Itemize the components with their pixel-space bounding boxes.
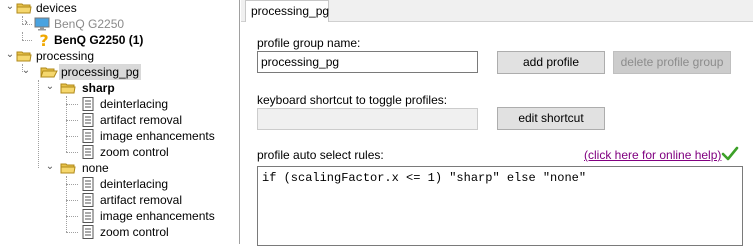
add-profile-button[interactable]: add profile <box>497 51 605 74</box>
question-mark-icon: ? <box>36 32 52 48</box>
tree-label: none <box>82 161 109 175</box>
tree-node-setting[interactable]: deinterlacing <box>0 176 239 192</box>
chevron-down-icon[interactable]: ⌄ <box>4 1 16 13</box>
tab-content: profile group name: processing_pg add pr… <box>241 22 753 246</box>
tree-node-setting[interactable]: image enhancements <box>0 208 239 224</box>
document-icon <box>80 176 96 192</box>
tree-label: sharp <box>82 81 115 95</box>
tree-node-setting[interactable]: artifact removal <box>0 112 239 128</box>
folder-open-icon <box>40 64 58 80</box>
folder-open-icon <box>16 0 32 16</box>
online-help-link[interactable]: (click here for online help) <box>584 148 721 162</box>
tree-node-device[interactable]: › BenQ G2250 <box>0 16 239 32</box>
group-name-label: profile group name: <box>257 36 361 50</box>
document-icon <box>80 128 96 144</box>
tree-node-processing[interactable]: ⌄ processing <box>0 48 239 64</box>
shortcut-field[interactable] <box>257 108 478 130</box>
tree-node-devices[interactable]: ⌄ devices <box>0 0 239 16</box>
tree-node-setting[interactable]: deinterlacing <box>0 96 239 112</box>
edit-shortcut-button[interactable]: edit shortcut <box>497 107 605 130</box>
chevron-down-icon[interactable]: ⌄ <box>44 81 56 93</box>
tree-node-processing-pg[interactable]: ⌄ processing_pg <box>0 64 239 80</box>
checkmark-icon <box>721 146 739 165</box>
tree-label-selected: processing_pg <box>59 64 142 80</box>
chevron-down-icon[interactable]: ⌄ <box>44 161 56 173</box>
chevron-down-icon[interactable]: ⌄ <box>20 65 32 77</box>
tree-label: processing <box>36 49 95 63</box>
tree-node-setting[interactable]: zoom control <box>0 224 239 240</box>
document-icon <box>80 208 96 224</box>
profile-tree[interactable]: ⌄ devices › BenQ G2250 ? BenQ G2250 (1) … <box>0 0 240 244</box>
tree-node-device-active[interactable]: ? BenQ G2250 (1) <box>0 32 239 48</box>
tree-label: image enhancements <box>100 129 215 143</box>
tree-node-none[interactable]: ⌄ none <box>0 160 239 176</box>
tree-label: deinterlacing <box>100 177 169 191</box>
settings-panel: processing_pg profile group name: proces… <box>241 0 753 246</box>
tree-label: deinterlacing <box>100 97 169 111</box>
tree-label: zoom control <box>100 145 169 159</box>
tree-label: BenQ G2250 <box>54 17 125 31</box>
monitor-icon <box>34 16 50 32</box>
svg-text:?: ? <box>39 32 48 48</box>
document-icon <box>80 224 96 240</box>
tab-strip: processing_pg <box>241 0 753 23</box>
document-icon <box>80 112 96 128</box>
shortcut-label: keyboard shortcut to toggle profiles: <box>257 93 448 107</box>
chevron-down-icon[interactable]: ⌄ <box>4 49 16 61</box>
tree-node-sharp[interactable]: ⌄ sharp <box>0 80 239 96</box>
tree-label: artifact removal <box>100 193 183 207</box>
tree-label: devices <box>36 1 77 15</box>
chevron-right-icon[interactable]: › <box>20 17 32 29</box>
tree-label: artifact removal <box>100 113 183 127</box>
rules-label: profile auto select rules: <box>257 148 384 162</box>
group-name-field[interactable]: processing_pg <box>257 51 478 73</box>
tree-label: zoom control <box>100 225 169 239</box>
folder-open-icon <box>60 160 76 176</box>
tab-processing-pg[interactable]: processing_pg <box>245 0 329 23</box>
tree-node-setting[interactable]: zoom control <box>0 144 239 160</box>
tree-node-setting[interactable]: artifact removal <box>0 192 239 208</box>
document-icon <box>80 192 96 208</box>
folder-open-icon <box>16 48 32 64</box>
tree-label: image enhancements <box>100 209 215 223</box>
tree-node-setting[interactable]: image enhancements <box>0 128 239 144</box>
rules-editor[interactable]: if (scalingFactor.x <= 1) "sharp" else "… <box>257 166 743 246</box>
tree-label: BenQ G2250 (1) <box>54 33 144 47</box>
folder-open-icon <box>60 80 76 96</box>
document-icon <box>80 96 96 112</box>
delete-profile-group-button[interactable]: delete profile group <box>613 51 731 74</box>
document-icon <box>80 144 96 160</box>
